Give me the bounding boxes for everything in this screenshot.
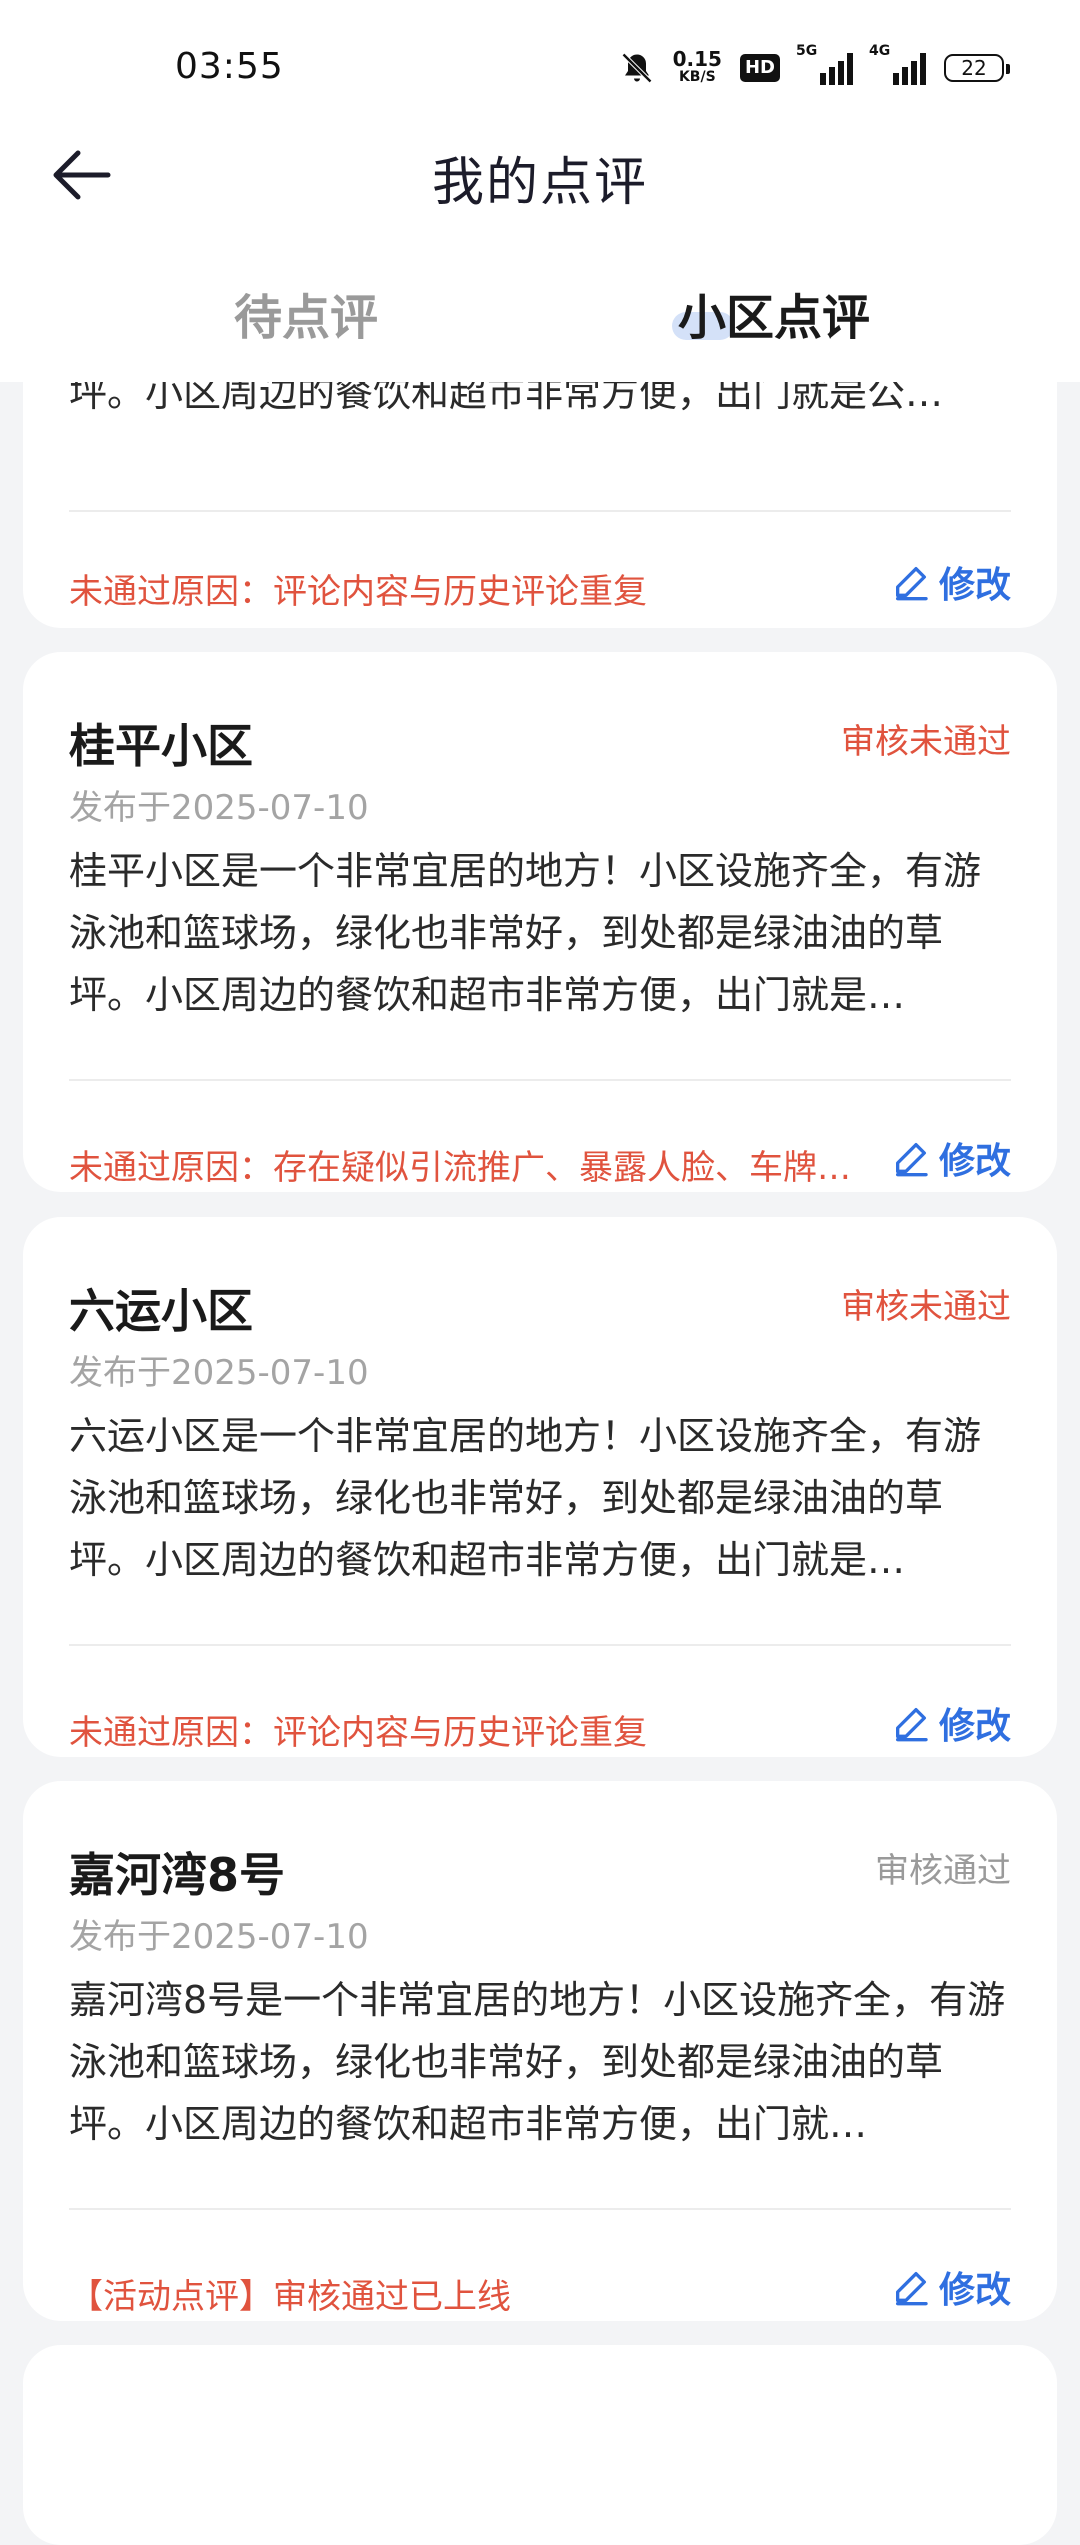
review-status: 审核未通过: [841, 1287, 1011, 1327]
edit-button[interactable]: 修改: [891, 1132, 1011, 1184]
battery-icon: 22: [944, 54, 1010, 82]
app-header: 03:55 0.15 KB/S HD 5G 4G 22 我的点评 待点评 小区点…: [0, 0, 1080, 382]
battery-level: 22: [961, 56, 987, 80]
status-bar: 03:55 0.15 KB/S HD 5G 4G 22: [0, 0, 1080, 130]
review-card[interactable]: 嘉河湾8号 审核通过 发布于2025-07-10 嘉河湾8号是一个非常宜居的地方…: [23, 1781, 1057, 2321]
review-card-inner: 桂平小区 审核未通过 发布于2025-07-10 桂平小区是一个非常宜居的地方！…: [69, 652, 1011, 1192]
net-speed-unit: KB/S: [678, 69, 716, 85]
page-title: 我的点评: [431, 153, 648, 213]
review-status: 审核未通过: [841, 722, 1011, 762]
tab-pending-review[interactable]: 待点评: [234, 278, 378, 348]
review-community-name: 桂平小区: [69, 719, 253, 773]
divider: [69, 2208, 1011, 2210]
edit-label: 修改: [938, 1141, 1011, 1182]
review-community-name: 六运小区: [69, 1284, 253, 1338]
review-community-name: 嘉河湾8号: [69, 1848, 286, 1902]
edit-button[interactable]: 修改: [891, 556, 1011, 608]
net-speed-value: 0.15: [672, 47, 722, 71]
edit-icon: [895, 1143, 928, 1177]
tab-community-review[interactable]: 小区点评: [678, 278, 870, 348]
divider: [69, 510, 1011, 512]
mute-bell-icon: [621, 52, 652, 84]
status-time: 03:55: [175, 46, 284, 87]
review-activity-note: 【活动点评】审核通过已上线: [69, 2277, 511, 2317]
edit-icon: [895, 1708, 928, 1742]
divider: [69, 1079, 1011, 1081]
signal-5g-label: 5G: [796, 43, 818, 59]
review-card[interactable]: [23, 2345, 1057, 2545]
edit-icon: [895, 2272, 928, 2306]
review-reject-reason: 未通过原因：评论内容与历史评论重复: [69, 1713, 647, 1753]
edit-label: 修改: [938, 1706, 1011, 1747]
signal-4g-label: 4G: [869, 43, 891, 59]
divider: [69, 1644, 1011, 1646]
review-date: 发布于2025-07-10: [69, 788, 369, 828]
signal-4g-icon: 4G: [869, 43, 926, 85]
review-card-inner: 嘉河湾8号 审核通过 发布于2025-07-10 嘉河湾8号是一个非常宜居的地方…: [69, 1781, 1011, 2321]
edit-icon: [895, 567, 928, 601]
review-card[interactable]: 桂平小区 审核未通过 发布于2025-07-10 桂平小区是一个非常宜居的地方！…: [23, 652, 1057, 1192]
edit-button[interactable]: 修改: [891, 2261, 1011, 2313]
review-reject-reason: 未通过原因：评论内容与历史评论重复: [69, 572, 647, 612]
review-card-inner: 六运小区 审核未通过 发布于2025-07-10 六运小区是一个非常宜居的地方！…: [69, 1217, 1011, 1757]
review-date: 发布于2025-07-10: [69, 1353, 369, 1393]
review-card[interactable]: 六运小区 审核未通过 发布于2025-07-10 六运小区是一个非常宜居的地方！…: [23, 1217, 1057, 1757]
review-text: 六运小区是一个非常宜居的地方！小区设施齐全，有游泳池和篮球场，绿化也非常好，到处…: [69, 1414, 982, 1582]
net-speed: 0.15 KB/S: [672, 47, 722, 86]
signal-5g-icon: 5G: [796, 43, 853, 85]
edit-label: 修改: [938, 565, 1011, 606]
review-text: 桂平小区是一个非常宜居的地方！小区设施齐全，有游泳池和篮球场，绿化也非常好，到处…: [69, 849, 982, 1017]
edit-button[interactable]: 修改: [891, 1697, 1011, 1749]
hd-icon: HD: [739, 54, 780, 82]
review-reject-reason: 未通过原因：存在疑似引流推广、暴露人脸、车牌…: [69, 1148, 851, 1188]
review-status: 审核通过: [875, 1851, 1011, 1891]
edit-label: 修改: [938, 2270, 1011, 2311]
status-icons: 0.15 KB/S HD 5G 4G 22: [619, 42, 1010, 94]
review-date: 发布于2025-07-10: [69, 1917, 369, 1957]
review-text: 嘉河湾8号是一个非常宜居的地方！小区设施齐全，有游泳池和篮球场，绿化也非常好，到…: [69, 1978, 1006, 2146]
